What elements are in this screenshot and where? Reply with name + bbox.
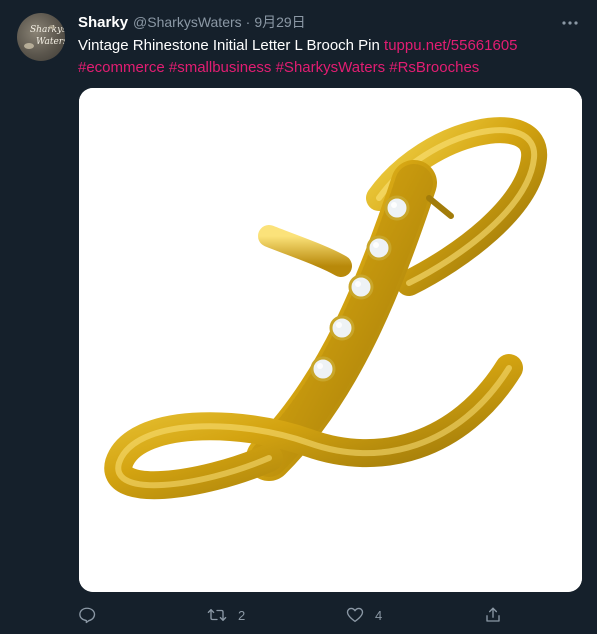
tweet-text-main: Vintage Rhinestone Initial Letter L Broo… bbox=[78, 37, 380, 54]
share-icon bbox=[486, 607, 500, 622]
tweet-actions: 2 4 bbox=[78, 603, 508, 627]
avatar-shell-icon bbox=[24, 25, 55, 49]
hashtag-ecommerce[interactable]: #ecommerce bbox=[78, 59, 165, 76]
tweet-media-photo[interactable] bbox=[79, 88, 582, 592]
retweet-icon bbox=[207, 609, 227, 621]
tweet-header: Sharky @SharkysWaters · 9月29日 bbox=[78, 12, 306, 32]
like-count: 4 bbox=[375, 607, 383, 623]
more-options-icon[interactable] bbox=[559, 12, 581, 34]
brooch-illustration bbox=[79, 88, 582, 592]
hashtag-rsbrooches[interactable]: #RsBrooches bbox=[389, 59, 479, 76]
user-handle[interactable]: @SharkysWaters bbox=[133, 14, 242, 30]
like-button[interactable]: 4 bbox=[346, 603, 382, 627]
retweet-button[interactable]: 2 bbox=[207, 603, 245, 627]
like-icon bbox=[346, 607, 364, 623]
retweet-count: 2 bbox=[238, 607, 246, 623]
hashtag-smallbusiness[interactable]: #smallbusiness bbox=[169, 59, 272, 76]
tweet-text: Vintage Rhinestone Initial Letter L Broo… bbox=[78, 35, 578, 79]
tweet-link[interactable]: tuppu.net/55661605 bbox=[384, 37, 517, 54]
tweet-timestamp[interactable]: 9月29日 bbox=[254, 12, 305, 32]
display-name[interactable]: Sharky bbox=[78, 14, 128, 31]
tweet: Sharkys Waters Sharky @SharkysWaters · 9… bbox=[0, 0, 597, 634]
hashtag-sharkyswaters[interactable]: #SharkysWaters bbox=[276, 59, 385, 76]
separator-dot: · bbox=[245, 14, 251, 30]
reply-button[interactable] bbox=[78, 603, 107, 627]
reply-icon bbox=[79, 607, 96, 624]
share-button[interactable] bbox=[484, 603, 502, 627]
avatar[interactable]: Sharkys Waters bbox=[17, 13, 65, 61]
